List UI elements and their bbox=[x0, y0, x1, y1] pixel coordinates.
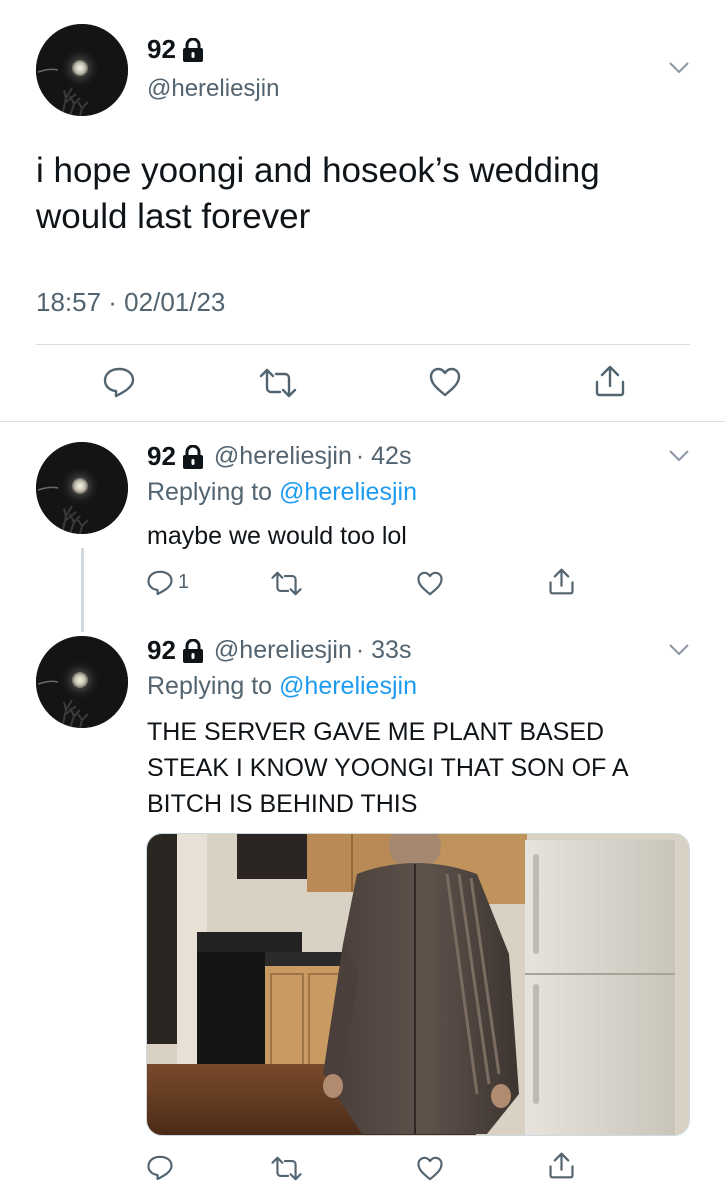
display-name-text[interactable]: 92 bbox=[147, 34, 176, 65]
divider bbox=[0, 421, 725, 422]
tweet-photo[interactable] bbox=[146, 833, 690, 1136]
reply-count: 1 bbox=[178, 571, 190, 593]
reply-button[interactable] bbox=[102, 366, 136, 398]
share-icon bbox=[549, 568, 574, 595]
retweet-button[interactable] bbox=[270, 1156, 303, 1181]
tweet-text: i hope yoongi and hoseok’s wedding would… bbox=[36, 151, 600, 236]
replying-label: Replying to bbox=[147, 478, 273, 506]
reply-time[interactable]: · 42s bbox=[356, 442, 412, 471]
share-button[interactable] bbox=[548, 1151, 575, 1180]
chevron-down-icon[interactable] bbox=[668, 643, 690, 657]
chevron-down-icon[interactable] bbox=[668, 449, 690, 463]
reply-icon bbox=[103, 367, 135, 398]
reply-header: 92 @hereliesjin · 33s bbox=[147, 635, 411, 666]
display-name-text[interactable]: 92 bbox=[147, 441, 176, 472]
handle[interactable]: @hereliesjin bbox=[214, 442, 352, 471]
reply-header: 92 @hereliesjin · 42s bbox=[147, 441, 411, 472]
reply-time[interactable]: · 33s bbox=[356, 636, 412, 665]
chevron-down-icon[interactable] bbox=[668, 61, 690, 75]
replying-handle-link[interactable]: @hereliesjin bbox=[279, 672, 417, 700]
display-name-text[interactable]: 92 bbox=[147, 635, 176, 666]
replying-to: Replying to @hereliesjin bbox=[147, 672, 417, 701]
like-button[interactable] bbox=[416, 570, 444, 597]
replying-label: Replying to bbox=[147, 672, 273, 700]
reply-text: THE SERVER GAVE ME PLANT BASED STEAK I K… bbox=[147, 718, 628, 818]
replying-to: Replying to @hereliesjin bbox=[147, 478, 417, 507]
reply-text: maybe we would too lol bbox=[147, 522, 407, 550]
retweet-icon bbox=[271, 571, 302, 596]
lock-icon bbox=[182, 37, 204, 62]
like-button[interactable] bbox=[416, 1155, 444, 1182]
display-name[interactable]: 92 bbox=[147, 34, 204, 65]
retweet-button[interactable] bbox=[270, 571, 303, 596]
like-icon bbox=[417, 1156, 443, 1181]
retweet-button[interactable] bbox=[258, 368, 298, 398]
handle[interactable]: @hereliesjin bbox=[147, 75, 279, 103]
thread-connector bbox=[81, 548, 84, 632]
reply-icon bbox=[147, 570, 173, 596]
handle[interactable]: @hereliesjin bbox=[214, 636, 352, 665]
avatar[interactable] bbox=[36, 442, 128, 534]
like-icon bbox=[417, 571, 443, 596]
reply-icon bbox=[147, 1155, 173, 1181]
lock-icon bbox=[182, 638, 204, 663]
avatar[interactable] bbox=[36, 636, 128, 728]
retweet-icon bbox=[259, 368, 297, 398]
like-icon bbox=[429, 367, 461, 397]
share-icon bbox=[595, 365, 625, 397]
tweet-timestamp[interactable]: 18:57 · 02/01/23 bbox=[36, 287, 225, 318]
divider bbox=[36, 344, 690, 345]
lock-icon bbox=[182, 444, 204, 469]
avatar[interactable] bbox=[36, 24, 128, 116]
share-icon bbox=[549, 1152, 574, 1179]
replying-handle-link[interactable]: @hereliesjin bbox=[279, 478, 417, 506]
reply-button[interactable]: 1 bbox=[146, 569, 189, 596]
reply-button[interactable] bbox=[146, 1154, 174, 1181]
retweet-icon bbox=[271, 1156, 302, 1181]
share-button[interactable] bbox=[548, 567, 575, 596]
share-button[interactable] bbox=[594, 364, 626, 398]
like-button[interactable] bbox=[428, 366, 462, 398]
